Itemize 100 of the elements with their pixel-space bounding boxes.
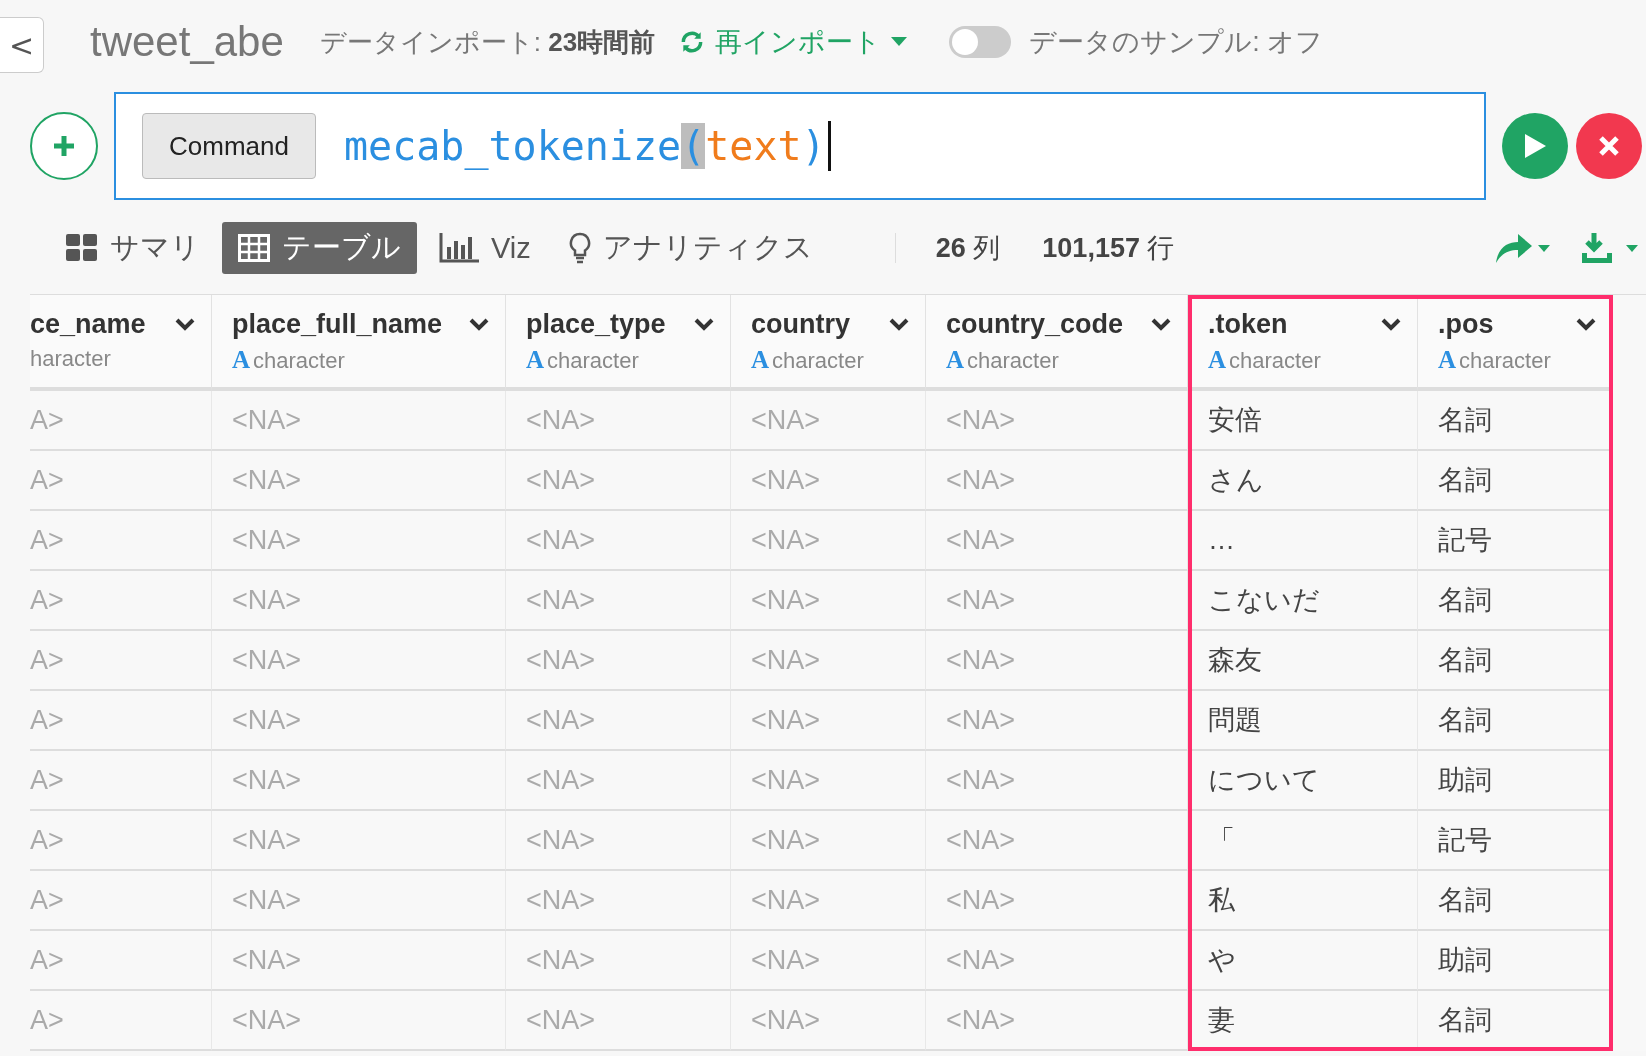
table-cell: <NA> xyxy=(926,451,1188,511)
view-tab[interactable]: テーブル xyxy=(222,222,417,274)
table-cell: <NA> xyxy=(212,931,506,991)
table-cell: <NA> xyxy=(731,691,926,751)
table-cell: <NA> xyxy=(212,571,506,631)
table-cell: A> xyxy=(30,751,212,811)
command-input[interactable]: Command mecab_tokenize(text) xyxy=(114,92,1486,200)
command-button[interactable]: Command xyxy=(142,113,316,179)
table-cell: <NA> xyxy=(506,511,731,571)
column-header[interactable]: place_full_name Acharacter xyxy=(212,295,506,391)
row-count: 101,157 行 xyxy=(1042,232,1175,265)
table-cell: 記号 xyxy=(1418,811,1613,871)
table-cell: A> xyxy=(30,691,212,751)
column-name: .token xyxy=(1208,309,1288,340)
table-cell: 名詞 xyxy=(1418,691,1613,751)
view-tab[interactable]: サマリ xyxy=(50,222,216,274)
column-header[interactable]: ce_name haracter xyxy=(30,295,212,391)
table-cell: <NA> xyxy=(212,991,506,1051)
table-cell: <NA> xyxy=(926,691,1188,751)
text-cursor xyxy=(827,121,831,171)
table-cell: <NA> xyxy=(731,391,926,451)
table-cell: 名詞 xyxy=(1418,391,1613,451)
column-name: place_full_name xyxy=(232,309,443,340)
table-cell: <NA> xyxy=(212,691,506,751)
table-cell: <NA> xyxy=(731,991,926,1051)
view-tab[interactable]: アナリティクス xyxy=(552,222,829,274)
chevron-down-icon[interactable] xyxy=(694,317,714,332)
table-cell: 私 xyxy=(1188,871,1418,931)
column-name: place_type xyxy=(526,309,666,340)
lightbulb-icon xyxy=(568,232,591,264)
column-header[interactable]: country_code Acharacter xyxy=(926,295,1188,391)
table-cell: <NA> xyxy=(731,931,926,991)
table-cell: <NA> xyxy=(926,871,1188,931)
dataset-title: tweet_abe xyxy=(90,18,284,66)
table-cell: 森友 xyxy=(1188,631,1418,691)
table-cell: <NA> xyxy=(212,871,506,931)
table-cell: 助詞 xyxy=(1418,751,1613,811)
table-icon xyxy=(238,234,270,262)
table-cell: <NA> xyxy=(506,751,731,811)
table-cell: 安倍 xyxy=(1188,391,1418,451)
table-cell: について xyxy=(1188,751,1418,811)
table-cell: <NA> xyxy=(506,391,731,451)
column-name: .pos xyxy=(1438,309,1494,340)
column-header[interactable]: country Acharacter xyxy=(731,295,926,391)
chevron-down-icon[interactable] xyxy=(1151,317,1171,332)
column-type: Acharacter xyxy=(1438,346,1552,374)
play-icon xyxy=(1522,132,1548,160)
chevron-down-icon[interactable] xyxy=(889,317,909,332)
sample-toggle[interactable] xyxy=(949,26,1012,58)
table-cell: や xyxy=(1188,931,1418,991)
column-type: haracter xyxy=(30,346,112,372)
plus-icon xyxy=(52,134,76,158)
table-cell: <NA> xyxy=(926,391,1188,451)
sample-label: データのサンプル: オフ xyxy=(1029,26,1324,59)
share-icon xyxy=(1494,231,1550,265)
table-cell: <NA> xyxy=(212,391,506,451)
table-cell: … xyxy=(1188,511,1418,571)
table-cell: 名詞 xyxy=(1418,871,1613,931)
table-cell: <NA> xyxy=(212,631,506,691)
column-name: ce_name xyxy=(30,309,146,340)
back-button[interactable]: < xyxy=(0,17,44,73)
table-cell: <NA> xyxy=(506,691,731,751)
table-cell: <NA> xyxy=(731,811,926,871)
table-cell: A> xyxy=(30,631,212,691)
table-cell: A> xyxy=(30,571,212,631)
table-cell: <NA> xyxy=(926,631,1188,691)
column-type: Acharacter xyxy=(232,346,346,374)
code-token: ) xyxy=(801,123,826,169)
table-cell: A> xyxy=(30,451,212,511)
table-cell: <NA> xyxy=(731,751,926,811)
chevron-down-icon[interactable] xyxy=(469,317,489,332)
column-type: Acharacter xyxy=(526,346,640,374)
chevron-down-icon[interactable] xyxy=(1381,317,1401,332)
table-cell: <NA> xyxy=(212,451,506,511)
table-cell: <NA> xyxy=(731,631,926,691)
table-cell: <NA> xyxy=(212,511,506,571)
table-cell: <NA> xyxy=(212,811,506,871)
table-cell: A> xyxy=(30,811,212,871)
table-cell: 名詞 xyxy=(1418,451,1613,511)
table-cell: こないだ xyxy=(1188,571,1418,631)
table-cell: <NA> xyxy=(731,571,926,631)
table-cell: 助詞 xyxy=(1418,931,1613,991)
table-cell: A> xyxy=(30,511,212,571)
table-cell: <NA> xyxy=(926,571,1188,631)
table-cell: 名詞 xyxy=(1418,571,1613,631)
download-button[interactable] xyxy=(1580,231,1638,265)
table-cell: さん xyxy=(1188,451,1418,511)
column-count: 26 列 xyxy=(935,232,1001,265)
table-cell: <NA> xyxy=(506,871,731,931)
chevron-down-icon[interactable] xyxy=(175,317,195,332)
table-cell: <NA> xyxy=(731,871,926,931)
view-tab[interactable]: Viz xyxy=(423,222,547,274)
column-name: country_code xyxy=(946,309,1124,340)
code-token: mecab_tokenize xyxy=(344,123,682,169)
table-cell: <NA> xyxy=(506,931,731,991)
table-cell: A> xyxy=(30,871,212,931)
chevron-down-icon[interactable] xyxy=(1576,317,1596,332)
import-info: データインポート: 23時間前 xyxy=(319,25,656,59)
column-header[interactable]: place_type Acharacter xyxy=(506,295,731,391)
share-button[interactable] xyxy=(1494,231,1550,265)
